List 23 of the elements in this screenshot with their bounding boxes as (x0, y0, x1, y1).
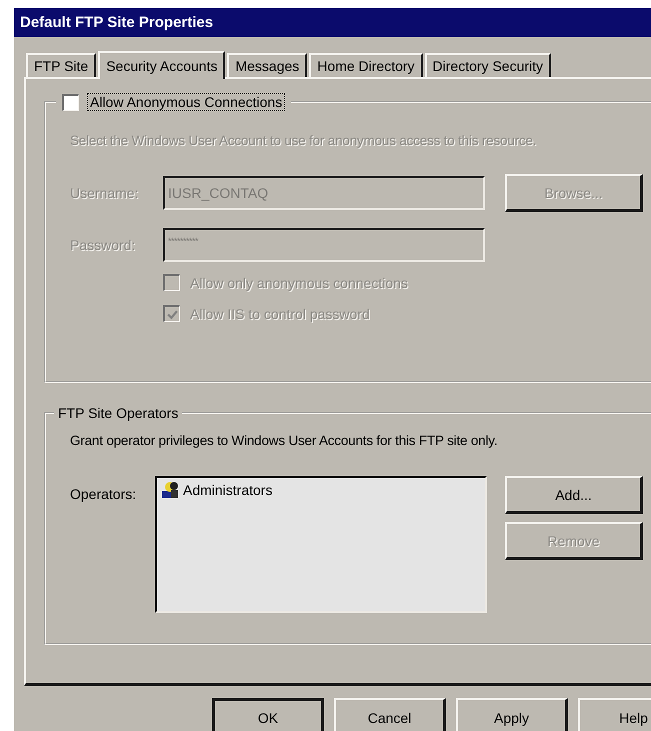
check-icon (166, 308, 178, 320)
operator-button[interactable]: Add... (505, 476, 643, 514)
dialog-button[interactable]: Help (578, 698, 651, 731)
tab[interactable]: FTP Site (26, 53, 96, 77)
window-title: Default FTP Site Properties (20, 14, 214, 31)
field-label: Password: (70, 237, 136, 253)
description-text: Select the Windows User Account to use for anonymous access to this resource. (70, 133, 538, 148)
field-label: Username: (70, 185, 140, 201)
checkbox[interactable] (62, 94, 79, 110)
tab[interactable]: Home Directory (309, 53, 423, 77)
operators-list[interactable]: Administrators (155, 476, 487, 613)
list-label: Operators: (70, 485, 138, 502)
tab[interactable]: Messages (227, 53, 308, 77)
user-group-icon (161, 481, 179, 499)
checkbox-label[interactable]: Allow Anonymous Connections (87, 93, 286, 111)
dialog-button[interactable]: OK (212, 698, 324, 731)
list-item[interactable]: Administrators (183, 482, 272, 498)
description-text: Grant operator privileges to Windows User Accounts for this FTP site only. (70, 433, 498, 448)
dialog-button[interactable]: Cancel (334, 698, 446, 731)
tab[interactable]: Security Accounts (98, 51, 226, 79)
dialog-button[interactable]: Apply (456, 698, 568, 731)
tab[interactable]: Directory Security (424, 53, 552, 77)
group-title: FTP Site Operators (57, 405, 180, 421)
